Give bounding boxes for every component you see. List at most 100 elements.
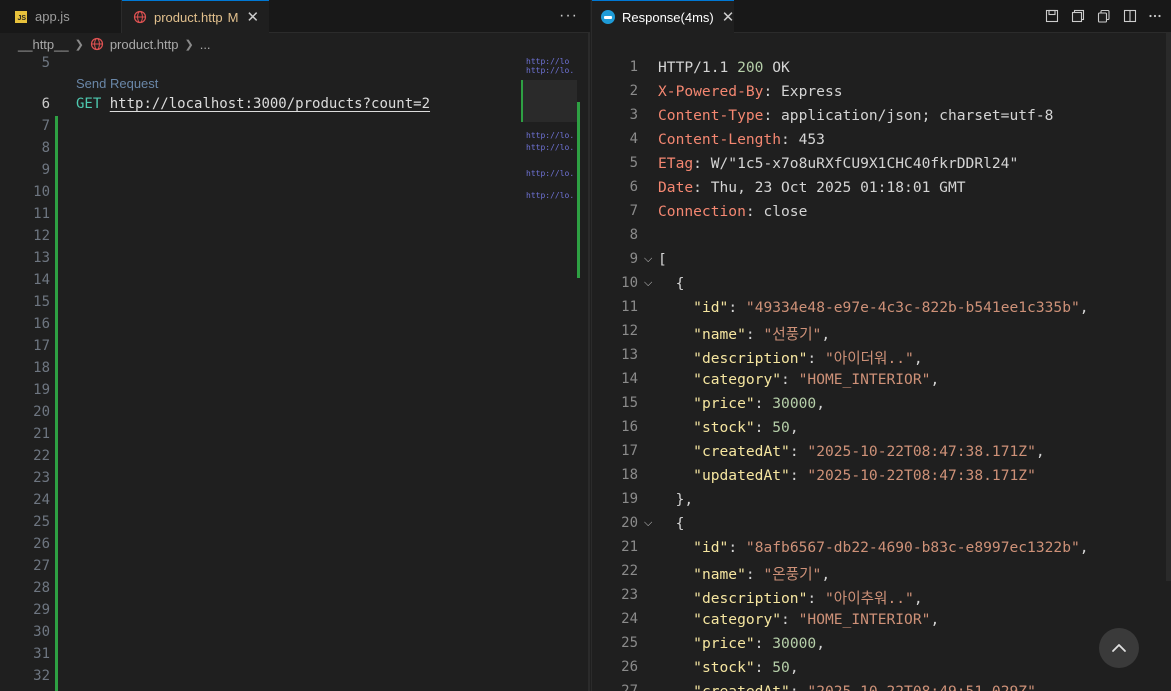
json-property: "name": "온풍기", bbox=[693, 566, 831, 583]
line-number: 25 bbox=[33, 514, 50, 530]
minimap-line: http://lo... bbox=[526, 143, 576, 152]
line-number: 11 bbox=[33, 206, 50, 222]
line-number: 30 bbox=[33, 624, 50, 640]
json-property: "createdAt": "2025-10-22T08:49:51.029Z", bbox=[658, 683, 1045, 691]
line-number: 29 bbox=[33, 602, 50, 618]
chevron-right-icon: ❯ bbox=[184, 38, 194, 51]
response-header: Content-Type: application/json; charset=… bbox=[658, 107, 1054, 124]
header-name: Date bbox=[658, 179, 694, 196]
save-body-icon[interactable] bbox=[1071, 9, 1085, 23]
line-number: 4 bbox=[629, 131, 638, 147]
status-code: 200 bbox=[737, 59, 764, 76]
copy-icon[interactable] bbox=[1097, 9, 1111, 23]
fold-chevron-down-icon[interactable]: ⌵ bbox=[644, 253, 652, 266]
line-number: 9 bbox=[41, 162, 50, 178]
header-value: application/json; charset=utf-8 bbox=[781, 107, 1054, 124]
line-number: 31 bbox=[33, 646, 50, 662]
tab-product-http[interactable]: product.http M ✕ bbox=[122, 0, 269, 33]
line-number: 23 bbox=[33, 470, 50, 486]
line-number: 22 bbox=[33, 448, 50, 464]
json-value: 30000 bbox=[772, 395, 817, 412]
split-editor-icon[interactable] bbox=[1123, 9, 1137, 23]
globe-icon bbox=[90, 37, 104, 51]
fold-chevron-down-icon[interactable]: ⌵ bbox=[644, 277, 652, 290]
json-array-open: [ bbox=[658, 251, 667, 268]
line-number: 17 bbox=[33, 338, 50, 354]
vertical-scrollbar[interactable] bbox=[1166, 33, 1171, 581]
tab-response[interactable]: Response(4ms) ✕ bbox=[592, 0, 734, 33]
close-tab-icon[interactable]: ✕ bbox=[247, 8, 260, 26]
response-header: X-Powered-By: Express bbox=[658, 83, 843, 100]
line-number: 17 bbox=[621, 443, 638, 459]
header-value: W/"1c5-x7o8uRXfCU9X1CHC40fkrDDRl24" bbox=[710, 155, 1019, 172]
response-header: Connection: close bbox=[658, 203, 808, 220]
line-number: 8 bbox=[629, 227, 638, 243]
line-number: 1 bbox=[629, 59, 638, 75]
json-object-open: { bbox=[675, 275, 685, 292]
json-value: 30000 bbox=[772, 635, 817, 652]
json-value: 선풍기 bbox=[772, 326, 813, 343]
minimap-line: http://lo... bbox=[526, 169, 576, 178]
breadcrumb-folder[interactable]: __http__ bbox=[18, 37, 69, 52]
response-header: Date: Thu, 23 Oct 2025 01:18:01 GMT bbox=[658, 179, 966, 196]
left-tab-bar: JS app.js product.http M ✕ ··· bbox=[0, 0, 590, 33]
line-number: 19 bbox=[33, 382, 50, 398]
tab-app-js[interactable]: JS app.js bbox=[0, 0, 122, 33]
send-request-codelens[interactable]: Send Request bbox=[76, 76, 158, 91]
right-editor-group: Response(4ms) ✕ 1 2 3 4 5 6 7 8 9 10 11 12 13 14 15 16 1… bbox=[591, 0, 1171, 691]
status-line: HTTP/1.1 200 OK bbox=[658, 59, 790, 76]
json-property: "price": 30000, bbox=[693, 635, 825, 652]
json-property: "category": "HOME_INTERIOR", bbox=[693, 371, 940, 388]
line-number: 26 bbox=[621, 659, 638, 675]
breadcrumb-file[interactable]: product.http bbox=[110, 37, 179, 52]
line-number: 19 bbox=[621, 491, 638, 507]
line-number: 2 bbox=[629, 83, 638, 99]
line-number: 32 bbox=[33, 668, 50, 684]
line-number: 13 bbox=[33, 250, 50, 266]
header-value: close bbox=[763, 203, 808, 220]
header-name: Content-Length bbox=[658, 131, 782, 148]
json-property: "price": 30000, bbox=[693, 395, 825, 412]
line-number: 11 bbox=[621, 299, 638, 315]
line-number: 6 bbox=[41, 96, 50, 112]
json-property: "id": "8afb6567-db22-4690-b83c-e8997ec13… bbox=[693, 539, 1089, 556]
minimap-line: http://lo... bbox=[526, 66, 576, 75]
header-name: ETag bbox=[658, 155, 694, 172]
json-value: 50 bbox=[772, 659, 790, 676]
minimap[interactable]: http://lo http://lo... http://lo... http… bbox=[521, 56, 577, 286]
line-number: 21 bbox=[621, 539, 638, 555]
save-response-icon[interactable] bbox=[1045, 9, 1059, 23]
json-property: "description": "아이추워..", bbox=[693, 590, 923, 607]
tab-label: Response(4ms) bbox=[622, 9, 714, 25]
line-number: 9 bbox=[629, 251, 638, 267]
json-value: HOME_INTERIOR bbox=[807, 611, 922, 628]
minimap-slider[interactable] bbox=[521, 80, 577, 122]
line-number: 15 bbox=[33, 294, 50, 310]
json-property: "category": "HOME_INTERIOR", bbox=[693, 611, 940, 628]
line-number: 14 bbox=[621, 371, 638, 387]
fold-chevron-down-icon[interactable]: ⌵ bbox=[644, 517, 652, 530]
status-text: OK bbox=[772, 59, 790, 76]
json-value: 아이추워.. bbox=[833, 590, 906, 607]
header-name: X-Powered-By bbox=[658, 83, 764, 100]
json-property: "createdAt": "2025-10-22T08:47:38.171Z", bbox=[693, 443, 1045, 460]
line-number: 28 bbox=[33, 580, 50, 596]
line-number: 24 bbox=[33, 492, 50, 508]
line-number: 6 bbox=[629, 179, 638, 195]
request-url[interactable]: http://localhost:3000/products?count=2 bbox=[110, 96, 430, 112]
more-actions-icon[interactable] bbox=[1148, 9, 1162, 23]
close-tab-icon[interactable]: ✕ bbox=[722, 8, 735, 26]
breadcrumb-symbol[interactable]: ... bbox=[200, 37, 211, 52]
more-actions-icon[interactable]: ··· bbox=[559, 7, 578, 25]
line-number: 5 bbox=[41, 55, 50, 71]
line-number: 16 bbox=[621, 419, 638, 435]
line-number: 8 bbox=[41, 140, 50, 156]
chevron-right-icon: ❯ bbox=[74, 38, 84, 51]
rest-client-response-icon bbox=[601, 10, 615, 24]
minimap-line: http://lo bbox=[526, 57, 570, 66]
scroll-to-top-button[interactable] bbox=[1099, 628, 1139, 668]
vertical-scrollbar[interactable] bbox=[588, 33, 590, 691]
chevron-up-icon bbox=[1112, 644, 1126, 652]
line-number: 20 bbox=[621, 515, 638, 531]
line-number: 10 bbox=[621, 275, 638, 291]
